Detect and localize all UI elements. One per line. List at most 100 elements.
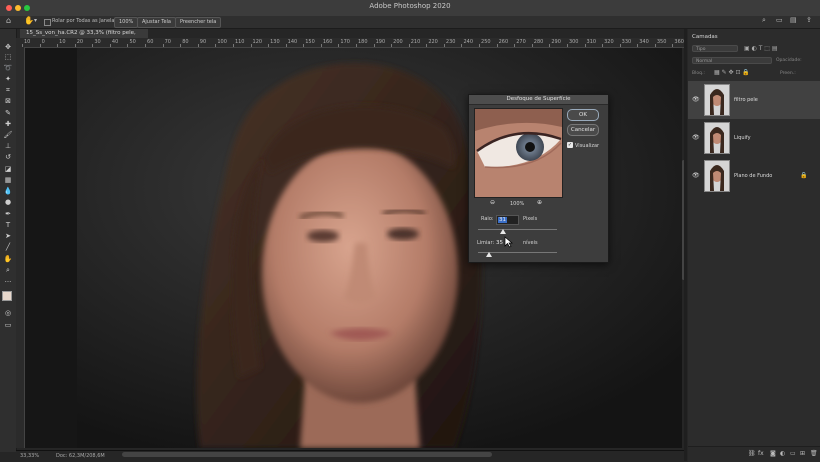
radius-slider-thumb[interactable] xyxy=(500,229,507,234)
fill-screen-button[interactable]: Preencher tela xyxy=(175,17,222,28)
trash-icon[interactable]: 🗑 xyxy=(810,450,818,457)
adjustment-icon[interactable]: ◐ xyxy=(780,450,785,457)
horizontal-scrollbar[interactable] xyxy=(122,452,492,457)
dialog-title[interactable]: Desfoque de Superfície xyxy=(469,95,608,105)
title-bar: Adobe Photoshop 2020 xyxy=(0,0,820,16)
ruler-tick-mark xyxy=(672,44,674,47)
share-icon[interactable]: ⇪ xyxy=(806,16,812,24)
ruler-tick-mark xyxy=(320,44,322,47)
ruler-tick-mark xyxy=(92,44,94,47)
clone-stamp-tool-icon[interactable]: ⊥ xyxy=(3,142,13,151)
threshold-label: Limiar: xyxy=(477,240,495,246)
preview-checkbox[interactable]: ✓ xyxy=(567,142,573,148)
ruler-tick-mark xyxy=(654,44,656,47)
layer-row[interactable]: 👁 filtro pele xyxy=(688,81,820,119)
ruler-tick-label: 290 xyxy=(551,39,561,45)
ruler-tick-label: 300 xyxy=(568,39,579,45)
radius-value: 31 xyxy=(498,217,507,223)
brush-tool-icon[interactable]: 🖌 xyxy=(3,131,13,140)
fx-icon[interactable]: fx xyxy=(758,450,764,457)
magic-wand-tool-icon[interactable]: ✦ xyxy=(3,75,13,84)
ruler-tick-mark xyxy=(162,44,164,47)
eyedropper-tool-icon[interactable]: ✎ xyxy=(3,109,13,118)
blend-mode-select[interactable]: Normal xyxy=(692,57,772,64)
eraser-tool-icon[interactable]: ◪ xyxy=(3,165,13,174)
ruler-tick-mark xyxy=(338,44,340,47)
threshold-input[interactable]: 35 xyxy=(496,239,503,247)
document-tab[interactable]: 15_Ss_von_ha.CR2 @ 33,3% (filtro pele, R… xyxy=(20,29,148,45)
ruler-tick-mark xyxy=(373,44,375,47)
radius-slider[interactable] xyxy=(478,229,557,230)
eye-icon[interactable]: 👁 xyxy=(692,172,700,179)
filter-preview[interactable] xyxy=(474,108,563,198)
quick-mask-icon[interactable]: ◎ xyxy=(3,309,13,318)
lasso-tool-icon[interactable]: ➰ xyxy=(3,64,13,73)
cancel-button[interactable]: Cancelar xyxy=(567,124,599,136)
ruler-tick-mark xyxy=(268,44,270,47)
workspace-switcher-icon[interactable]: ▤ xyxy=(790,16,797,24)
layer-filter-select[interactable]: Tipo xyxy=(692,45,738,52)
home-icon[interactable]: ⌂ xyxy=(6,16,11,25)
filter-icons[interactable]: ▣ ◐ T ⬚ ▤ xyxy=(744,45,778,52)
zoom-in-icon[interactable]: ⊕ xyxy=(537,199,542,206)
ruler-tick-label: 230 xyxy=(445,39,456,45)
more-tools-icon[interactable]: ··· xyxy=(3,278,13,287)
frame-tool-icon[interactable]: ⊠ xyxy=(3,97,13,106)
pen-tool-icon[interactable]: ✒ xyxy=(3,210,13,219)
ruler-tick-mark xyxy=(443,44,445,47)
layer-row[interactable]: 👁 Plano de Fundo 🔒 xyxy=(688,157,820,195)
search-icon[interactable]: ⌕ xyxy=(762,16,766,25)
zoom-tool-icon[interactable]: ⌕ xyxy=(3,266,13,275)
mask-icon[interactable]: ◙ xyxy=(770,450,776,457)
zoom-100-button[interactable]: 100% xyxy=(114,17,139,28)
crop-tool-icon[interactable]: ⌗ xyxy=(3,86,13,95)
panel-divider[interactable] xyxy=(684,29,687,461)
radius-input[interactable]: 31 xyxy=(496,215,519,225)
opacity-label: Opacidade: xyxy=(776,58,802,63)
healing-brush-tool-icon[interactable]: ✚ xyxy=(3,120,13,129)
dodge-tool-icon[interactable]: ● xyxy=(3,198,13,207)
document-size-status[interactable]: Doc: 62,3M/208,6M xyxy=(56,453,105,459)
chevron-down-icon[interactable]: ▾ xyxy=(34,17,37,24)
hand-tool-icon[interactable]: ✋ xyxy=(3,255,13,264)
layers-panel-title[interactable]: Camadas xyxy=(692,34,718,40)
foreground-color-swatch[interactable] xyxy=(2,291,12,301)
eye-icon[interactable]: 👁 xyxy=(692,96,700,103)
ruler-tick-mark xyxy=(285,44,287,47)
layer-name[interactable]: Plano de Fundo xyxy=(734,173,772,179)
new-layer-icon[interactable]: ⊞ xyxy=(800,450,805,457)
lock-icons[interactable]: ▦ ✎ ✥ ⊡ 🔒 xyxy=(714,69,750,76)
zoom-status[interactable]: 33,33% xyxy=(20,453,39,459)
group-icon[interactable]: ▭ xyxy=(790,450,796,457)
type-tool-icon[interactable]: T xyxy=(3,221,13,230)
path-selection-tool-icon[interactable]: ➤ xyxy=(3,232,13,241)
link-icon[interactable]: ⛓ xyxy=(748,450,756,457)
ruler-tick-mark xyxy=(250,44,252,47)
ruler-tick-mark xyxy=(496,44,498,47)
ruler-tick-mark xyxy=(602,44,604,47)
marquee-tool-icon[interactable]: ⬚ xyxy=(3,53,13,62)
ruler-tick-label: 330 xyxy=(621,39,632,45)
fit-screen-button[interactable]: Ajustar Tela xyxy=(137,17,176,28)
history-brush-tool-icon[interactable]: ↺ xyxy=(3,153,13,162)
eye-icon[interactable]: 👁 xyxy=(692,134,700,141)
ruler-tick-label: 250 xyxy=(481,39,491,45)
blur-tool-icon[interactable]: 💧 xyxy=(3,187,13,196)
line-tool-icon[interactable]: ╱ xyxy=(3,243,13,252)
ruler-tick-mark xyxy=(566,44,568,47)
gradient-tool-icon[interactable]: ▦ xyxy=(3,176,13,185)
layer-row[interactable]: 👁 Liquify xyxy=(688,119,820,157)
ruler-tick-label: 50 xyxy=(129,39,136,45)
move-tool-icon[interactable]: ✥ xyxy=(3,43,13,52)
layer-thumbnail xyxy=(704,122,730,154)
ok-button[interactable]: OK xyxy=(567,109,599,121)
workspace-icon[interactable]: ▭ xyxy=(776,16,783,24)
hand-tool-icon[interactable]: ✋ xyxy=(24,16,34,25)
surface-blur-dialog: Desfoque de Superfície OK Cancelar ✓ Vis… xyxy=(468,94,609,263)
scroll-all-checkbox[interactable] xyxy=(44,19,51,26)
layer-name[interactable]: filtro pele xyxy=(734,97,758,103)
layer-name[interactable]: Liquify xyxy=(734,135,751,141)
zoom-out-icon[interactable]: ⊖ xyxy=(490,199,495,206)
screen-mode-icon[interactable]: ▭ xyxy=(3,321,13,330)
threshold-slider-thumb[interactable] xyxy=(486,252,493,257)
